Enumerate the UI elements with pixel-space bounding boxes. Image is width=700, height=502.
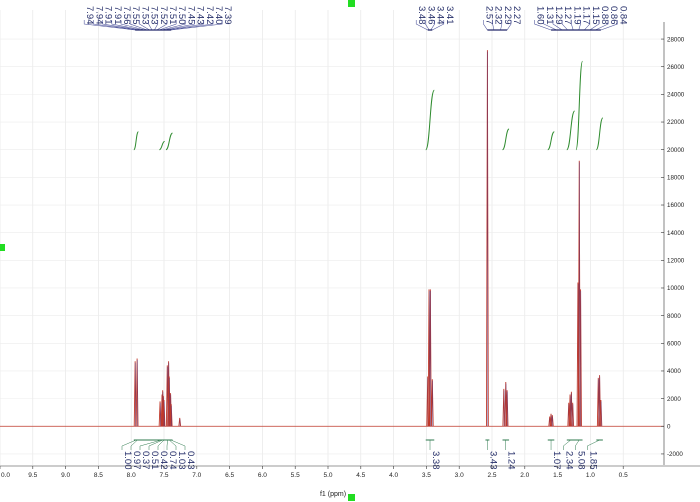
x-tick-label: 7.0 [192, 472, 201, 479]
y-tick-label: 22000 [667, 119, 685, 126]
y-tick-label: 20000 [667, 147, 685, 154]
selection-handle-top[interactable] [348, 0, 355, 7]
y-tick-label: 18000 [667, 175, 685, 182]
peak-label: 2.27 [511, 6, 522, 25]
x-tick-label: 6.5 [225, 472, 234, 479]
nmr-spectrum-chart: 7.947.947.917.917.567.557.537.537.527.51… [0, 0, 700, 502]
x-axis-label: f1 (ppm) [320, 491, 346, 498]
y-tick-label: 28000 [667, 36, 685, 43]
x-tick-label: 5.0 [323, 472, 332, 479]
x-tick-label: 6.0 [258, 472, 267, 479]
integral-label: 2.34 [564, 451, 575, 470]
integral-label: 0.43 [185, 451, 196, 470]
y-tick-label: 2000 [667, 396, 681, 403]
y-tick-label: 10000 [667, 285, 685, 292]
y-tick-label: 12000 [667, 258, 685, 265]
x-tick-label: 1.0 [586, 472, 595, 479]
integral-label: 3.43 [488, 451, 499, 470]
x-tick-label: 4.0 [389, 472, 398, 479]
plot-background [0, 0, 700, 502]
y-tick-label: 8000 [667, 313, 681, 320]
integral-label: 1.24 [506, 451, 517, 470]
x-tick-label: 4.5 [356, 472, 365, 479]
selection-handle-left[interactable] [0, 244, 5, 251]
x-tick-label: 9.5 [28, 472, 37, 479]
integral-label: 1.85 [588, 451, 599, 470]
x-tick-label: 3.5 [422, 472, 431, 479]
x-tick-label: 9.0 [61, 472, 70, 479]
y-tick-label: 24000 [667, 92, 685, 99]
peak-label: 0.84 [617, 6, 628, 25]
y-tick-label: -2000 [667, 451, 683, 458]
x-tick-label: 2.0 [520, 472, 529, 479]
y-tick-label: 6000 [667, 341, 681, 348]
x-tick-label: 8.0 [127, 472, 136, 479]
x-tick-label: 0.0 [1, 472, 10, 479]
x-tick-label: 5.5 [291, 472, 300, 479]
y-tick-label: 26000 [667, 64, 685, 71]
integral-label: 3.38 [430, 451, 441, 470]
selection-handle-bottom[interactable] [348, 494, 355, 501]
y-tick-label: 16000 [667, 202, 685, 209]
integral-label: 1.07 [551, 451, 562, 470]
y-tick-label: 4000 [667, 368, 681, 375]
y-tick-label: 0 [667, 423, 671, 430]
x-tick-label: 1.5 [553, 472, 562, 479]
y-tick-label: 14000 [667, 230, 685, 237]
x-tick-label: 2.5 [487, 472, 496, 479]
x-tick-label: 8.5 [94, 472, 103, 479]
peak-label: 3.41 [444, 6, 455, 25]
integral-label: 5.08 [576, 451, 587, 470]
peak-label: 7.39 [222, 6, 233, 25]
x-tick-label: 7.5 [159, 472, 168, 479]
x-tick-label: 3.0 [455, 472, 464, 479]
x-tick-label: 0.5 [619, 472, 628, 479]
